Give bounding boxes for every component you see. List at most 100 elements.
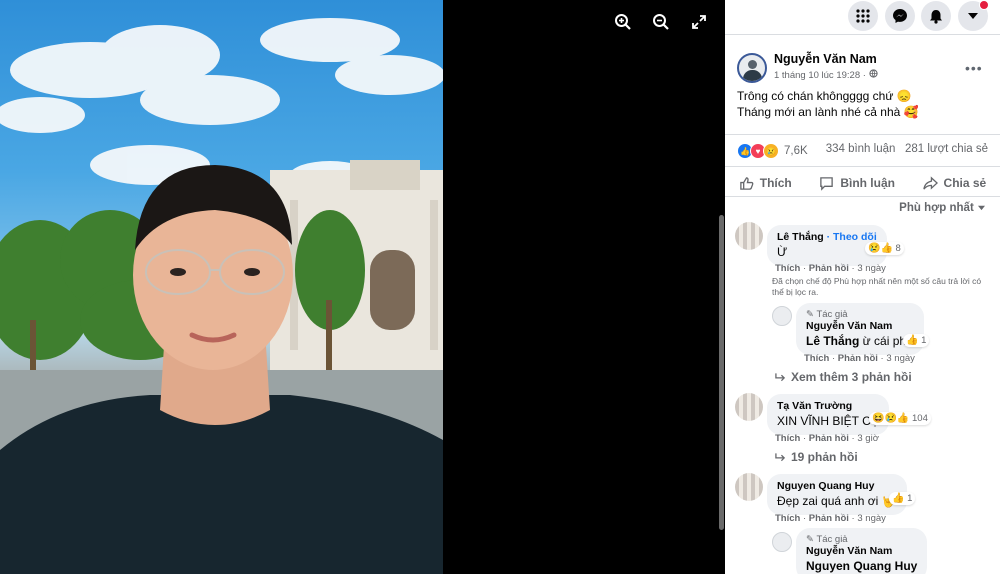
bell-icon[interactable] [921,1,951,31]
follow-link[interactable]: · Theo dõi [824,231,877,243]
comment-actions: Thích · Phản hồi · 3 ngày [775,263,886,274]
comment-time[interactable]: 3 giờ [857,433,879,444]
share-label: Chia sẻ [943,176,987,190]
reply-avatar[interactable] [772,532,792,552]
author-badge: ✎ Tác giả [806,309,848,320]
comment-label: Bình luận [840,176,895,190]
reply-actions: Thích · Phản hồi · 3 ngày [804,353,915,364]
author-name[interactable]: Nguyễn Văn Nam [774,52,877,66]
like-reaction-icon: 👍 [896,413,910,424]
divider [725,166,1000,167]
comment-like-button[interactable]: Thích [775,433,800,444]
commenter-avatar[interactable] [735,222,763,250]
post-time-text[interactable]: 1 tháng 10 lúc 19:28 · [774,70,869,81]
globe-icon [868,69,878,78]
like-reaction-icon: 👍 [892,493,905,504]
share-button[interactable]: Chia sẻ [922,175,987,191]
mention-link[interactable]: Lê Thắng [806,334,859,348]
reaction-count: 104 [912,413,928,424]
comment-time[interactable]: 3 ngày [857,263,886,274]
see-more-replies-link[interactable]: Xem thêm 3 phản hồi [775,370,912,384]
reply-reactions[interactable]: 👍 1 [903,334,930,347]
reaction-count: 1 [921,335,927,346]
filter-note: Đã chọn chế độ Phù hợp nhất nên một số c… [772,276,982,297]
author-badge-label: Tác giả [816,309,848,320]
commenter-avatar[interactable] [735,393,763,421]
reaction-summary[interactable]: 👍 ♥ 😢 7,6K [737,143,808,159]
post-text-line1: Trông có chán khôngggg chứ 😞 [737,89,912,103]
post-panel: Nguyễn Văn Nam 1 tháng 10 lúc 19:28 · ••… [725,0,1000,574]
reply-reply-button[interactable]: Phản hồi [838,353,878,364]
post-photo[interactable] [0,0,443,574]
zoom-out-icon[interactable] [649,10,673,34]
more-options-icon[interactable]: ••• [965,60,983,76]
sad-reaction-icon: 😢 [763,143,779,159]
share-icon [922,175,938,190]
comment-reply-button[interactable]: Phản hồi [809,513,849,524]
author-badge-label: Tác giả [816,534,848,545]
comment-time[interactable]: 3 ngày [857,513,886,524]
comment-reactions[interactable]: 👍 1 [889,492,916,505]
reply-arrow-icon [775,373,786,382]
reply-avatar[interactable] [772,306,792,326]
comment-button[interactable]: Bình luận [819,176,895,191]
comment-text: XIN VĨNH BIỆT CỤ [777,414,880,428]
sad-reaction-icon: 😢 [884,413,897,424]
reply-bubble: ✎ Tác giả Nguyễn Văn Nam Lê Thắng ừ cái … [796,303,925,355]
reaction-count: 1 [907,493,913,504]
photo-illustration [0,18,443,574]
sort-dropdown[interactable]: Phù hợp nhất [899,202,986,214]
scrollbar[interactable] [719,215,724,530]
divider [725,134,1000,135]
reaction-count: 8 [895,243,901,254]
messenger-icon[interactable] [885,1,915,31]
commenter-name[interactable]: Nguyen Quang Huy [777,480,897,492]
commenter-avatar[interactable] [735,473,763,501]
zoom-in-icon[interactable] [611,10,635,34]
haha-reaction-icon: 😆 [872,413,885,424]
fullscreen-icon[interactable] [687,10,711,34]
author-badge: ✎ Tác giả [806,534,848,545]
reply-like-button[interactable]: Thích [804,353,829,364]
reply-time[interactable]: 3 ngày [886,353,915,364]
commenter-name[interactable]: Lê Thắng [777,231,824,243]
share-count[interactable]: 281 lượt chia sẻ [905,143,988,155]
caret-down-icon[interactable] [958,0,989,31]
like-button[interactable]: Thích [739,176,792,191]
comment-text: Đẹp zai quá anh ơi 🤟 [777,494,897,508]
comment-reactions[interactable]: 😢 👍 8 [865,242,904,255]
comment-like-button[interactable]: Thích [775,513,800,524]
reply-arrow-icon [775,453,786,462]
view-replies-link[interactable]: 19 phản hồi [775,450,858,464]
comment-icon [820,176,834,191]
comment-text: Ừ [777,245,788,259]
divider [725,34,1000,35]
post-time[interactable]: 1 tháng 10 lúc 19:28 · [774,69,878,81]
comment-actions: Thích · Phản hồi · 3 giờ [775,433,879,444]
post-text-line2: Tháng mới an lành nhé cả nhà 🥰 [737,105,919,119]
menu-grid-icon[interactable] [848,1,878,31]
sad-reaction-icon: 😢 [868,243,881,254]
chevron-down-icon [978,205,985,211]
post-stats: 334 bình luận 281 lượt chia sẻ [826,143,988,155]
reply-author-name[interactable]: Nguyễn Văn Nam [806,320,914,332]
like-reaction-icon: 👍 [880,243,893,254]
notification-dot [979,0,989,10]
comment-actions: Thích · Phản hồi · 3 ngày [775,513,886,524]
avatar[interactable] [737,53,767,83]
comment-count[interactable]: 334 bình luận [826,143,896,155]
comment-reply-button[interactable]: Phản hồi [809,433,849,444]
divider [725,196,1000,197]
viewer-toolbar [611,10,711,34]
comment-reply-button[interactable]: Phản hồi [809,263,849,274]
commenter-name[interactable]: Tạ Văn Trường [777,400,879,412]
see-more-replies-label: Xem thêm 3 phản hồi [791,370,912,384]
author-avatar-wrap[interactable] [737,53,767,83]
like-label: Thích [759,176,792,190]
reply-author-name[interactable]: Nguyễn Văn Nam [806,545,917,557]
comment-like-button[interactable]: Thích [775,263,800,274]
like-reaction-icon: 👍 [906,335,919,346]
top-bar [725,0,1000,34]
comment-reactions[interactable]: 😆 😢 👍 104 [869,412,931,425]
mention-link[interactable]: Nguyen Quang Huy [806,559,917,573]
